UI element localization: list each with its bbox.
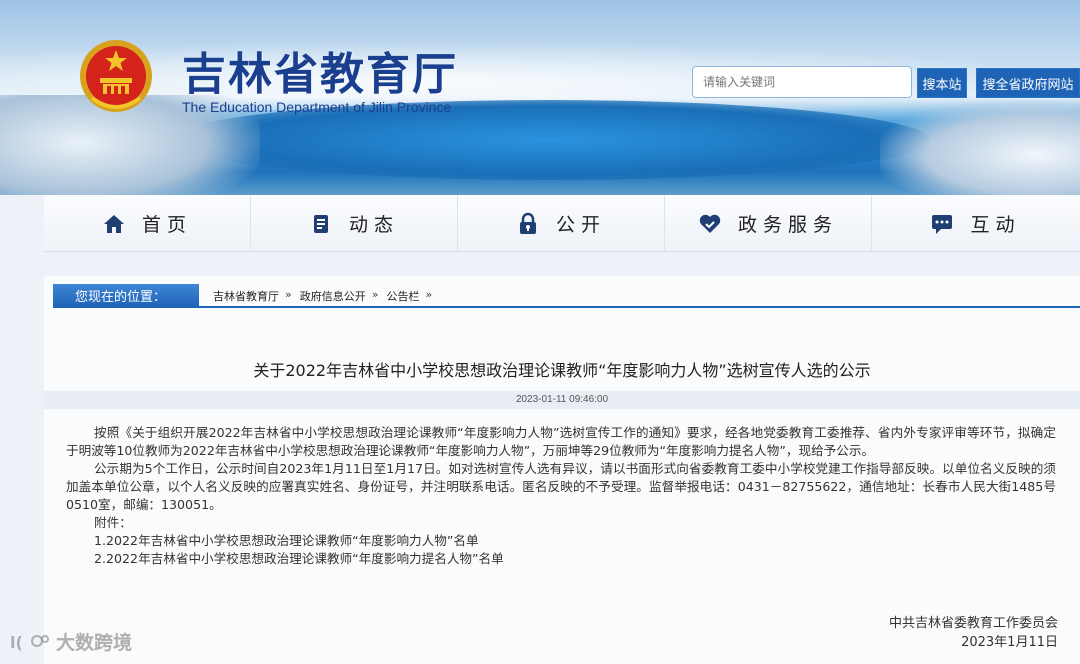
watermark-text: 大数跨境	[56, 632, 133, 654]
article-signature: 中共吉林省委教育工作委员会 2023年1月11日	[889, 614, 1058, 652]
search-site-button[interactable]: 搜本站	[917, 68, 967, 98]
article-datetime: 2023-01-11 09:46:00	[44, 391, 1080, 409]
nav-item-news[interactable]: 动态	[251, 195, 458, 252]
breadcrumb-tag: 您现在的位置：	[53, 284, 199, 307]
site-title: 吉林省教育厅	[182, 49, 458, 100]
nav-item-public[interactable]: 公开	[458, 195, 665, 252]
watermark: l( 大数跨境	[10, 628, 132, 655]
home-icon	[103, 214, 124, 233]
attachment-link[interactable]: 2.2022年吉林省中小学校思想政治理论课教师“年度影响力提名人物”名单	[66, 550, 1056, 568]
signature-org: 中共吉林省委教育工作委员会	[888, 616, 1058, 631]
nav-label: 政务服务	[737, 214, 838, 236]
site-subtitle: The Education Department of Jilin Provin…	[182, 99, 452, 115]
search-input[interactable]	[692, 66, 912, 98]
article-title: 关于2022年吉林省中小学校思想政治理论课教师“年度影响力人物”选树宣传人选的公…	[253, 361, 871, 380]
breadcrumb: 您现在的位置： 吉林省教育厅 » 政府信息公开 » 公告栏 »	[53, 284, 1080, 308]
chevron-double-right-icon: »	[285, 288, 292, 301]
nav-label: 动态	[348, 214, 399, 236]
signature-date: 2023年1月11日	[961, 635, 1058, 650]
nav-label: 互动	[970, 214, 1021, 236]
search-gov-button[interactable]: 搜全省政府网站	[976, 68, 1080, 98]
handshake-heart-icon	[699, 214, 721, 233]
article-body: 按照《关于组织开展2022年吉林省中小学校思想政治理论课教师“年度影响力人物”选…	[66, 424, 1056, 568]
article-paragraph: 公示期为5个工作日，公示时间自2023年1月11日至1月17日。如对选树宣传人选…	[66, 461, 1056, 512]
nav-item-interact[interactable]: 互动	[872, 195, 1079, 252]
breadcrumb-links: 吉林省教育厅 » 政府信息公开 » 公告栏 »	[213, 288, 434, 304]
chevron-double-right-icon: »	[425, 288, 433, 301]
document-icon	[313, 214, 328, 233]
nav-item-services[interactable]: 政务服务	[665, 195, 872, 252]
breadcrumb-item-gov-info[interactable]: 政府信息公开	[300, 288, 366, 304]
chat-icon	[932, 214, 953, 234]
lock-icon	[519, 212, 536, 234]
watermark-logo-icon: l(	[10, 633, 49, 652]
article-paragraph: 按照《关于组织开展2022年吉林省中小学校思想政治理论课教师“年度影响力人物”选…	[66, 425, 1056, 458]
attachment-link[interactable]: 1.2022年吉林省中小学校思想政治理论课教师“年度影响力人物”名单	[66, 532, 1056, 550]
breadcrumb-item-notice[interactable]: 公告栏	[386, 288, 419, 304]
nav-item-home[interactable]: 首页	[44, 195, 251, 252]
breadcrumb-item-home[interactable]: 吉林省教育厅	[213, 288, 279, 304]
chevron-double-right-icon: »	[371, 288, 379, 301]
nav-label: 首页	[141, 214, 192, 236]
attachments-label: 附件：	[94, 515, 132, 530]
national-emblem-icon	[80, 40, 152, 112]
nav-label: 公开	[555, 214, 606, 236]
banner-snow-right	[880, 100, 1080, 195]
main-nav: 首页 动态 公开 政务服务 互动	[44, 195, 1080, 252]
svg-text:l(: l(	[10, 633, 23, 652]
